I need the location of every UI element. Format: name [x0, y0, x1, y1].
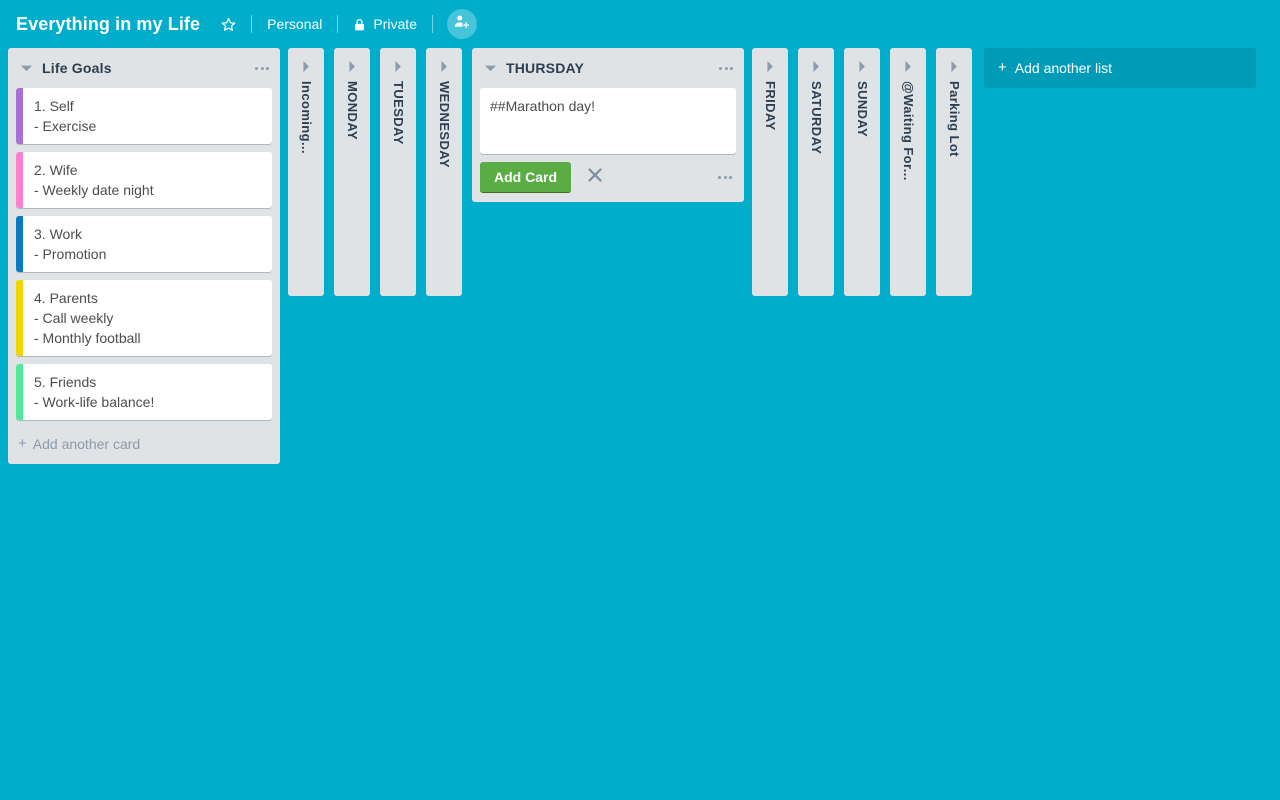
list-title: FRIDAY [763, 81, 778, 131]
chevron-right-icon[interactable] [299, 59, 313, 73]
close-icon [587, 167, 603, 188]
list-collapsed-wednesday[interactable]: WEDNESDAY [426, 48, 462, 296]
collapsed-title-wrap: WEDNESDAY [426, 73, 462, 296]
star-board-button[interactable] [212, 9, 245, 39]
card-title: 2. Wife [34, 162, 78, 178]
add-another-list-button[interactable]: + Add another list [984, 48, 1256, 88]
ellipsis-icon [718, 175, 732, 179]
list-header: Life Goals [8, 48, 280, 88]
team-button[interactable]: Personal [258, 9, 331, 39]
chevron-right-icon[interactable] [763, 59, 777, 73]
list-thursday: THURSDAY Add Card [472, 48, 744, 202]
card-title: 3. Work [34, 226, 82, 242]
card-color-stripe [16, 88, 23, 144]
list-collapsed-waiting-for[interactable]: @Waiting For... [890, 48, 926, 296]
card-color-stripe [16, 216, 23, 272]
card-color-stripe [16, 364, 23, 420]
list-collapsed-friday[interactable]: FRIDAY [752, 48, 788, 296]
visibility-button[interactable]: Private [344, 9, 426, 39]
plus-icon: + [998, 59, 1007, 76]
card-title: 1. Self [34, 98, 74, 114]
page-title: Everything in my Life [16, 13, 201, 34]
ellipsis-icon [719, 66, 733, 70]
card-detail: - Exercise [34, 118, 97, 134]
list-title: MONDAY [345, 81, 360, 140]
list-title: SATURDAY [809, 81, 824, 155]
table-row[interactable]: 1. Self - Exercise [16, 88, 272, 144]
list-header: THURSDAY [472, 48, 744, 88]
header-divider-1 [251, 15, 253, 33]
collapsed-title-wrap: Incoming... [288, 73, 324, 296]
card-detail: - Promotion [34, 246, 107, 262]
visibility-label: Private [373, 16, 417, 32]
list-collapsed-monday[interactable]: MONDAY [334, 48, 370, 296]
card-composer: Add Card [472, 88, 744, 202]
list-title: TUESDAY [391, 81, 406, 145]
board-canvas: Life Goals 1. Self - Exercise 2. Wife - … [0, 48, 1280, 800]
card-detail: - Call weekly [34, 310, 114, 326]
add-another-card-label: Add another card [32, 436, 141, 452]
card-composer-input[interactable] [480, 88, 736, 154]
chevron-right-icon[interactable] [947, 59, 961, 73]
star-icon [221, 17, 236, 32]
collapsed-title-wrap: MONDAY [334, 73, 370, 296]
list-title[interactable]: THURSDAY [498, 60, 716, 76]
add-member-avatar-button[interactable] [446, 9, 477, 39]
card-detail: - Monthly football [34, 330, 141, 346]
collapsed-title-wrap: SUNDAY [844, 73, 880, 296]
chevron-right-icon[interactable] [901, 59, 915, 73]
plus-icon: + [18, 435, 27, 452]
list-collapsed-tuesday[interactable]: TUESDAY [380, 48, 416, 296]
chevron-right-icon[interactable] [391, 59, 405, 73]
header-divider-2 [337, 15, 339, 33]
board-header: Everything in my Life Personal Private [0, 0, 1280, 48]
table-row[interactable]: 4. Parents - Call weekly - Monthly footb… [16, 280, 272, 356]
chevron-right-icon[interactable] [809, 59, 823, 73]
add-card-button[interactable]: Add Card [480, 162, 571, 192]
collapsed-title-wrap: FRIDAY [752, 73, 788, 296]
table-row[interactable]: 5. Friends - Work-life balance! [16, 364, 272, 420]
list-title[interactable]: Life Goals [34, 60, 252, 76]
chevron-right-icon[interactable] [437, 59, 451, 73]
table-row[interactable]: 2. Wife - Weekly date night [16, 152, 272, 208]
add-member-icon [453, 13, 470, 35]
list-life-goals: Life Goals 1. Self - Exercise 2. Wife - … [8, 48, 280, 464]
add-another-card-button[interactable]: + Add another card [8, 428, 280, 464]
card-composer-controls: Add Card [480, 154, 736, 202]
chevron-down-icon[interactable] [18, 60, 34, 76]
list-menu-button[interactable] [252, 59, 272, 77]
list-collapsed-parking-lot[interactable]: Parking Lot [936, 48, 972, 296]
collapsed-title-wrap: @Waiting For... [890, 73, 926, 296]
collapsed-title-wrap: SATURDAY [798, 73, 834, 296]
table-row[interactable]: 3. Work - Promotion [16, 216, 272, 272]
lock-icon [353, 17, 366, 32]
card-title: 4. Parents [34, 290, 98, 306]
chevron-down-icon[interactable] [482, 60, 498, 76]
ellipsis-icon [255, 66, 269, 70]
list-collapsed-incoming[interactable]: Incoming... [288, 48, 324, 296]
list-title: SUNDAY [855, 81, 870, 138]
card-title: 5. Friends [34, 374, 97, 390]
list-title: @Waiting For... [901, 81, 916, 181]
collapsed-title-wrap: Parking Lot [936, 73, 972, 296]
list-menu-button[interactable] [716, 59, 736, 77]
list-title: WEDNESDAY [437, 81, 452, 168]
card-detail: - Weekly date night [34, 182, 154, 198]
list-title: Parking Lot [947, 81, 962, 157]
card-color-stripe [16, 280, 23, 356]
add-another-list-label: Add another list [1014, 60, 1113, 76]
close-composer-button[interactable] [581, 163, 609, 191]
list-collapsed-saturday[interactable]: SATURDAY [798, 48, 834, 296]
chevron-right-icon[interactable] [855, 59, 869, 73]
list-title: Incoming... [299, 81, 314, 155]
team-label: Personal [267, 16, 323, 32]
card-color-stripe [16, 152, 23, 208]
chevron-right-icon[interactable] [345, 59, 359, 73]
list-collapsed-sunday[interactable]: SUNDAY [844, 48, 880, 296]
composer-menu-button[interactable] [714, 167, 736, 187]
cards-area: 1. Self - Exercise 2. Wife - Weekly date… [8, 88, 280, 428]
header-divider-3 [431, 15, 433, 33]
collapsed-title-wrap: TUESDAY [380, 73, 416, 296]
card-detail: - Work-life balance! [34, 394, 155, 410]
